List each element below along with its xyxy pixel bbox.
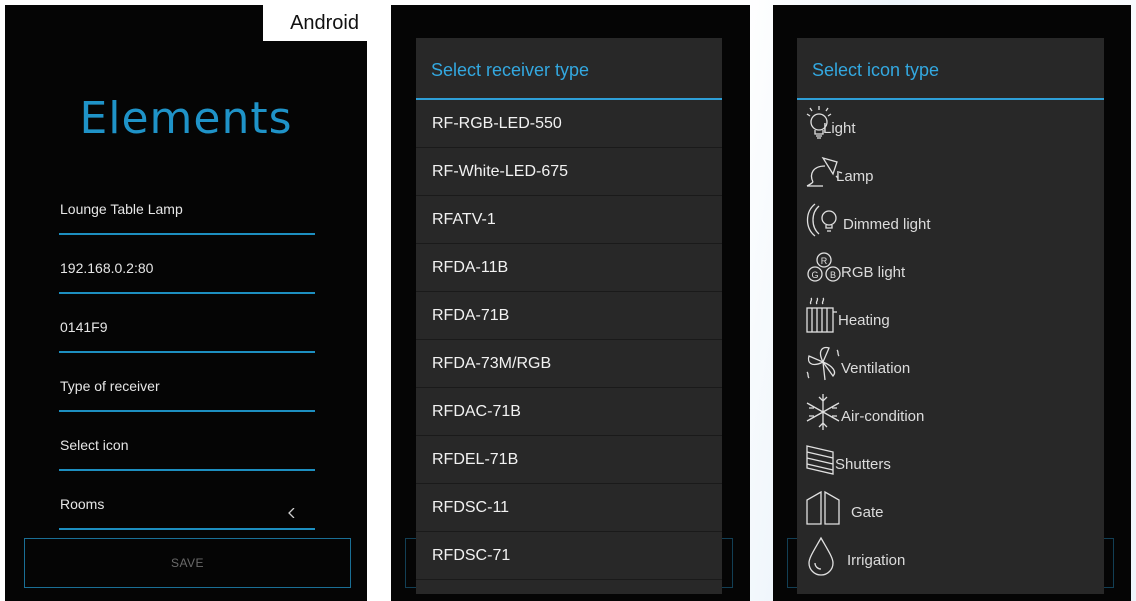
- receiver-dialog: Select receiver type RF-RGB-LED-550 RF-W…: [416, 38, 722, 594]
- icon-option-air-condition[interactable]: Air-condition: [797, 388, 1104, 436]
- save-button[interactable]: SAVE: [24, 538, 351, 588]
- icon-option-label: Dimmed light: [843, 216, 931, 233]
- platform-label: Android: [263, 5, 367, 41]
- chevron-left-icon[interactable]: [287, 508, 297, 518]
- icon-option-lamp[interactable]: Lamp: [797, 148, 1104, 196]
- icon-option-label: Air-condition: [841, 408, 925, 425]
- code-field[interactable]: 0141F9: [59, 309, 315, 353]
- icon-option-ventilation[interactable]: Ventilation: [797, 340, 1104, 388]
- receiver-type-field-label: Type of receiver: [60, 378, 160, 394]
- svg-text:B: B: [830, 270, 836, 280]
- receiver-screen: Select receiver type RF-RGB-LED-550 RF-W…: [391, 5, 750, 601]
- name-field-value: Lounge Table Lamp: [60, 201, 183, 217]
- receiver-item[interactable]: RFDA-73M/RGB: [416, 340, 722, 388]
- icon-option-irrigation[interactable]: Irrigation: [797, 532, 1104, 580]
- rgb-icon: R G B: [807, 252, 841, 282]
- page-title: Elements: [79, 93, 293, 144]
- svg-text:G: G: [811, 270, 818, 280]
- icon-option-gate[interactable]: Gate: [797, 484, 1104, 532]
- icon-option-label: Irrigation: [847, 552, 906, 569]
- icon-option-rgb-light[interactable]: R G B RGB light: [797, 244, 1104, 292]
- dimmed-bulb-icon: [806, 203, 837, 237]
- icon-dialog-title: Select icon type: [797, 38, 1104, 100]
- svg-text:R: R: [821, 256, 828, 266]
- icon-option-label: Ventilation: [841, 360, 911, 377]
- icon-option-label: RGB light: [841, 264, 906, 281]
- address-field[interactable]: 192.168.0.2:80: [59, 250, 315, 294]
- select-icon-field[interactable]: Select icon: [59, 427, 315, 471]
- receiver-item[interactable]: RF-White-LED-675: [416, 148, 722, 196]
- icon-option-shutters[interactable]: Shutters: [797, 436, 1104, 484]
- receiver-item[interactable]: RFATV-1: [416, 196, 722, 244]
- receiver-item[interactable]: RF-RGB-LED-550: [416, 100, 722, 148]
- elements-screen: Android Elements Lounge Table Lamp 192.1…: [5, 5, 367, 601]
- receiver-item[interactable]: RFDA-11B: [416, 244, 722, 292]
- icon-option-label: Gate: [851, 504, 884, 521]
- gate-icon: [806, 490, 840, 525]
- icon-option-label: Shutters: [835, 456, 891, 473]
- receiver-type-field[interactable]: Type of receiver: [59, 368, 315, 412]
- select-icon-field-label: Select icon: [60, 437, 129, 453]
- receiver-list: RF-RGB-LED-550 RF-White-LED-675 RFATV-1 …: [416, 100, 722, 580]
- receiver-item[interactable]: RFDSC-71: [416, 532, 722, 580]
- name-field[interactable]: Lounge Table Lamp: [59, 191, 315, 235]
- fan-icon: [806, 346, 840, 381]
- icon-option-label: Light: [823, 120, 856, 137]
- address-field-value: 192.168.0.2:80: [60, 260, 154, 276]
- rooms-field-label: Rooms: [60, 496, 105, 512]
- receiver-item[interactable]: RFDAC-71B: [416, 388, 722, 436]
- receiver-item[interactable]: RFDA-71B: [416, 292, 722, 340]
- icon-option-light[interactable]: Light: [797, 100, 1104, 148]
- drop-icon: [808, 536, 834, 576]
- rooms-field[interactable]: Rooms: [59, 486, 315, 530]
- icon-option-dimmed-light[interactable]: Dimmed light: [797, 196, 1104, 244]
- receiver-item[interactable]: RFDEL-71B: [416, 436, 722, 484]
- code-field-value: 0141F9: [60, 319, 108, 335]
- icon-dialog: Select icon type Light Lamp Dimmed light…: [797, 38, 1104, 594]
- icon-screen: Select icon type Light Lamp Dimmed light…: [773, 5, 1131, 601]
- icon-option-heating[interactable]: Heating: [797, 292, 1104, 340]
- snowflake-icon: [806, 394, 840, 430]
- icon-option-label: Lamp: [836, 168, 874, 185]
- icon-list: Light Lamp Dimmed light R G B RGB light …: [797, 100, 1104, 580]
- icon-option-label: Heating: [838, 312, 890, 329]
- receiver-dialog-title: Select receiver type: [416, 38, 722, 100]
- receiver-item[interactable]: RFDSC-11: [416, 484, 722, 532]
